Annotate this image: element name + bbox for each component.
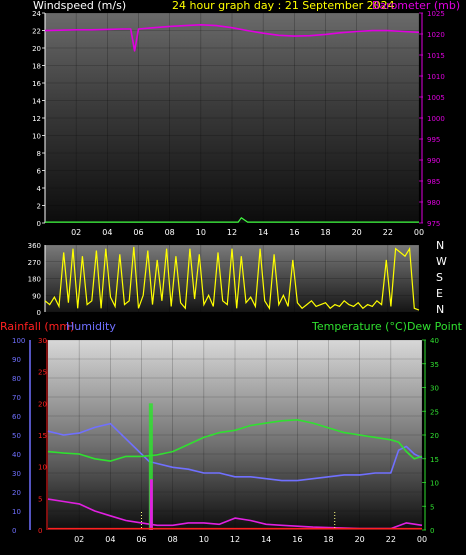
humidity-y-tick: 40 xyxy=(12,451,21,459)
weather-graph: Windspeed (m/s) 24 hour graph day : 21 S… xyxy=(0,0,466,544)
x-tick: 10 xyxy=(196,228,206,237)
baro-y-tick: 1000 xyxy=(427,115,445,123)
humidity-y-tick: 80 xyxy=(12,375,21,383)
x-tick: 18 xyxy=(323,535,333,544)
humidity-y-tick: 90 xyxy=(12,356,21,364)
compass-s: S xyxy=(436,271,443,284)
x-tick: 12 xyxy=(230,535,240,544)
temperature-y-tick: 35 xyxy=(430,361,439,369)
x-tick: 18 xyxy=(320,228,330,237)
compass-e: E xyxy=(436,287,443,300)
wind-y-tick: 14 xyxy=(32,98,41,106)
barometer-axis-label: Barometer (mb) xyxy=(372,0,460,12)
x-tick: 22 xyxy=(386,535,396,544)
x-tick: 08 xyxy=(165,228,175,237)
humidity-y-tick: 0 xyxy=(12,527,16,535)
x-tick: 02 xyxy=(74,535,84,544)
x-tick: 04 xyxy=(102,228,112,237)
temperature-y-tick: 5 xyxy=(430,503,434,511)
wind-y-tick: 0 xyxy=(37,220,41,228)
compass-n-bottom: N xyxy=(436,303,444,316)
baro-y-tick: 1020 xyxy=(427,31,445,39)
x-tick: 06 xyxy=(136,535,146,544)
humidity-y-tick: 10 xyxy=(12,508,21,516)
x-tick: 12 xyxy=(227,228,237,237)
humidity-y-tick: 20 xyxy=(12,489,21,497)
humidity-y-tick: 60 xyxy=(12,413,21,421)
rainfall-y-tick: 25 xyxy=(38,369,47,377)
windspeed-axis-label: Windspeed (m/s) xyxy=(33,0,126,12)
direction-y-tick: 180 xyxy=(28,276,41,284)
wind-y-tick: 8 xyxy=(37,150,41,158)
rainfall-y-tick: 20 xyxy=(38,400,47,408)
humidity-y-tick: 70 xyxy=(12,394,21,402)
wind-y-tick: 16 xyxy=(32,80,41,88)
compass-n-top: N xyxy=(436,239,444,252)
rainfall-y-tick: 0 xyxy=(38,527,42,535)
baro-y-tick: 1015 xyxy=(427,52,445,60)
temperature-axis-label: Temperature (°C)Dew Point (°C) xyxy=(311,320,466,333)
humidity-y-tick: 30 xyxy=(12,470,21,478)
x-tick: 08 xyxy=(168,535,178,544)
temperature-y-tick: 30 xyxy=(430,385,439,393)
baro-y-tick: 1005 xyxy=(427,94,445,102)
temperature-y-tick: 0 xyxy=(430,527,434,535)
humidity-axis-label: Humidity xyxy=(66,320,116,333)
rainfall-y-tick: 10 xyxy=(38,464,47,472)
rainfall-y-tick: 5 xyxy=(38,495,42,503)
wind-y-tick: 6 xyxy=(37,168,42,176)
baro-y-tick: 990 xyxy=(427,157,440,165)
graph-title: 24 hour graph day : 21 September 2024 xyxy=(172,0,395,12)
humidity-y-tick: 50 xyxy=(12,432,21,440)
temperature-y-tick: 10 xyxy=(430,480,439,488)
x-tick: 20 xyxy=(352,228,362,237)
wind-y-tick: 24 xyxy=(32,10,41,18)
humidity-y-tick: 100 xyxy=(12,337,25,345)
direction-y-tick: 270 xyxy=(28,259,41,267)
temperature-y-tick: 20 xyxy=(430,432,439,440)
direction-y-tick: 0 xyxy=(37,309,41,317)
x-tick: 06 xyxy=(133,228,143,237)
baro-y-tick: 1025 xyxy=(427,10,445,18)
x-tick: 16 xyxy=(292,535,302,544)
temperature-y-tick: 15 xyxy=(430,456,439,464)
wind-y-tick: 22 xyxy=(32,28,41,36)
rainfall-axis-label: Rainfall (mm) xyxy=(0,320,74,333)
x-tick: 22 xyxy=(383,228,393,237)
wind-y-tick: 2 xyxy=(37,203,41,211)
x-tick: 02 xyxy=(71,228,81,237)
wind-y-tick: 12 xyxy=(32,115,41,123)
rainfall-y-tick: 15 xyxy=(38,432,47,440)
x-tick: 16 xyxy=(289,228,299,237)
rainfall-rate-bar-overlay xyxy=(149,479,153,530)
direction-y-tick: 360 xyxy=(28,242,41,250)
temperature-y-tick: 40 xyxy=(430,337,439,345)
wind-y-tick: 10 xyxy=(32,133,41,141)
x-tick: 14 xyxy=(261,535,271,544)
rainfall-y-tick: 30 xyxy=(38,337,47,345)
compass-w: W xyxy=(436,255,447,268)
x-tick: 00 xyxy=(417,535,427,544)
x-tick: 04 xyxy=(105,535,115,544)
baro-y-tick: 975 xyxy=(427,220,440,228)
baro-y-tick: 1010 xyxy=(427,73,445,81)
baro-y-tick: 980 xyxy=(427,199,440,207)
baro-y-tick: 995 xyxy=(427,136,440,144)
baro-y-tick: 985 xyxy=(427,178,440,186)
wind-y-tick: 4 xyxy=(37,185,42,193)
wind-y-tick: 20 xyxy=(32,45,41,53)
x-tick: 10 xyxy=(199,535,209,544)
x-tick: 20 xyxy=(355,535,365,544)
compass-labels: N W S E N xyxy=(436,239,447,316)
x-tick: 00 xyxy=(414,228,424,237)
direction-y-tick: 90 xyxy=(32,292,41,300)
x-tick: 14 xyxy=(258,228,268,237)
temperature-y-tick: 25 xyxy=(430,408,439,416)
wind-y-tick: 18 xyxy=(32,63,41,71)
